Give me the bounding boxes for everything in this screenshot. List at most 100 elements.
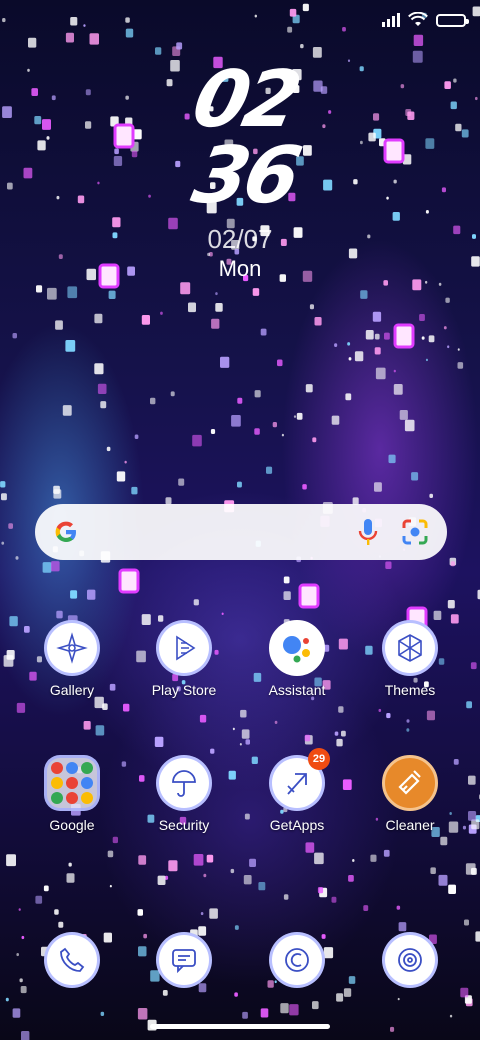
wallpaper-light-dot xyxy=(234,925,239,930)
wallpaper-light-dot xyxy=(348,357,352,361)
wallpaper-light-dot xyxy=(341,730,346,737)
wallpaper-light-dot xyxy=(407,111,415,120)
wallpaper-light-dot xyxy=(468,811,477,821)
wallpaper-light-dot xyxy=(323,179,333,191)
phone-icon xyxy=(44,932,100,988)
wallpaper-light-dot xyxy=(168,860,178,872)
google-search-bar[interactable] xyxy=(35,504,447,560)
app-themes[interactable]: Themes xyxy=(360,620,460,698)
microphone-icon[interactable] xyxy=(357,517,379,547)
wallpaper-light-dot xyxy=(180,282,191,295)
wallpaper-light-dot xyxy=(312,47,322,58)
wallpaper-light-dot xyxy=(304,734,311,742)
wallpaper-light-dot xyxy=(231,415,241,427)
dock-camera[interactable] xyxy=(360,932,460,988)
wallpaper-light-dot xyxy=(400,84,405,89)
signal-icon xyxy=(382,13,400,27)
dock-messages[interactable] xyxy=(134,932,234,988)
wallpaper-light-dot xyxy=(95,725,105,736)
wallpaper-light-dot xyxy=(193,599,199,606)
dock-phone[interactable] xyxy=(22,932,122,988)
wallpaper-light-dot xyxy=(254,14,257,18)
app-label: Play Store xyxy=(151,682,217,698)
browser-icon xyxy=(269,932,325,988)
wallpaper-light-dot xyxy=(108,290,116,299)
wallpaper-light-dot xyxy=(254,428,260,435)
wallpaper-light-dot xyxy=(192,434,202,447)
wallpaper-light-dot xyxy=(445,297,450,303)
wallpaper-light-dot xyxy=(441,187,446,193)
app-security[interactable]: Security xyxy=(134,755,234,833)
wallpaper-light-dot xyxy=(283,591,291,600)
wallpaper-light-dot xyxy=(411,472,419,481)
wallpaper-light-dot xyxy=(287,26,293,33)
app-play-store[interactable]: Play Store xyxy=(134,620,234,698)
wallpaper-light-dot xyxy=(334,343,338,347)
app-google-folder[interactable]: Google xyxy=(22,755,122,833)
wallpaper-light-dot xyxy=(137,1008,148,1020)
wallpaper-light-dot xyxy=(121,761,127,767)
app-label: Cleaner xyxy=(385,817,435,833)
wallpaper-light-dot xyxy=(18,908,21,911)
wallpaper-light-dot xyxy=(199,714,207,723)
app-cleaner[interactable]: Cleaner xyxy=(360,755,460,833)
wallpaper-light-dot xyxy=(46,136,50,140)
wallpaper-light-dot xyxy=(58,921,64,928)
wallpaper-light-dot xyxy=(393,179,397,184)
app-gallery[interactable]: Gallery xyxy=(22,620,122,698)
wallpaper-light-dot xyxy=(280,1003,289,1014)
app-label: Security xyxy=(158,817,210,833)
wallpaper-light-dot xyxy=(100,1011,105,1016)
wallpaper-light-dot xyxy=(34,116,42,125)
wallpaper-light-dot xyxy=(309,304,314,310)
home-gesture-bar[interactable] xyxy=(150,1024,330,1029)
wallpaper-light-dot xyxy=(342,27,346,32)
notification-badge: 29 xyxy=(308,748,330,770)
wallpaper-light-dot xyxy=(359,66,364,72)
wallpaper-light-dot xyxy=(123,703,130,712)
wallpaper-light-dot xyxy=(443,326,447,330)
wallpaper-light-dot xyxy=(406,728,410,732)
wallpaper-light-dot xyxy=(448,884,456,894)
dock-browser[interactable] xyxy=(247,932,347,988)
app-getapps[interactable]: 29 GetApps xyxy=(247,748,347,833)
clock-hours: 02 xyxy=(185,55,305,145)
clock-widget[interactable]: 02 36 xyxy=(175,55,315,221)
wallpaper-light-dot xyxy=(237,397,243,404)
wallpaper-light-dot xyxy=(475,96,478,101)
app-assistant[interactable]: Assistant xyxy=(247,620,347,698)
wallpaper-light-dot xyxy=(470,662,477,670)
wallpaper-light-dot xyxy=(157,875,166,885)
wallpaper-light-dot xyxy=(1,541,5,545)
wallpaper-light-dot xyxy=(353,179,358,185)
wallpaper-light-dot xyxy=(328,110,332,114)
wallpaper-light-dot xyxy=(245,739,250,745)
wallpaper-light-dot xyxy=(9,616,18,627)
google-folder-icon xyxy=(44,755,100,811)
app-label: Assistant xyxy=(268,682,326,698)
wallpaper-light-dot xyxy=(360,290,368,299)
wallpaper-light-dot xyxy=(404,419,415,432)
cleaner-icon xyxy=(382,755,438,811)
wallpaper-light-dot xyxy=(31,88,38,96)
wallpaper-light-dot xyxy=(425,138,435,149)
wallpaper-light-dot xyxy=(210,748,215,754)
wallpaper-light-dot xyxy=(471,867,477,875)
wallpaper-light-dot xyxy=(211,318,220,329)
wallpaper-light-dot xyxy=(345,393,352,401)
wallpaper-light-dot xyxy=(237,481,242,488)
wallpaper-light-dot xyxy=(258,882,266,891)
wallpaper-light-dot xyxy=(124,460,127,464)
wallpaper-light-dot xyxy=(97,181,100,185)
wallpaper-light-dot xyxy=(393,384,403,395)
wallpaper-light-dot xyxy=(240,709,247,718)
wallpaper-light-dot xyxy=(363,905,369,911)
wallpaper-light-dot xyxy=(398,922,407,932)
wallpaper-light-dot xyxy=(450,561,455,567)
wallpaper-light-dot xyxy=(457,348,460,351)
assistant-icon xyxy=(269,620,325,676)
wallpaper-light-dot xyxy=(215,292,218,296)
wallpaper-light-dot xyxy=(281,433,284,437)
wallpaper-light-dot xyxy=(386,713,391,719)
lens-icon[interactable] xyxy=(401,518,429,546)
